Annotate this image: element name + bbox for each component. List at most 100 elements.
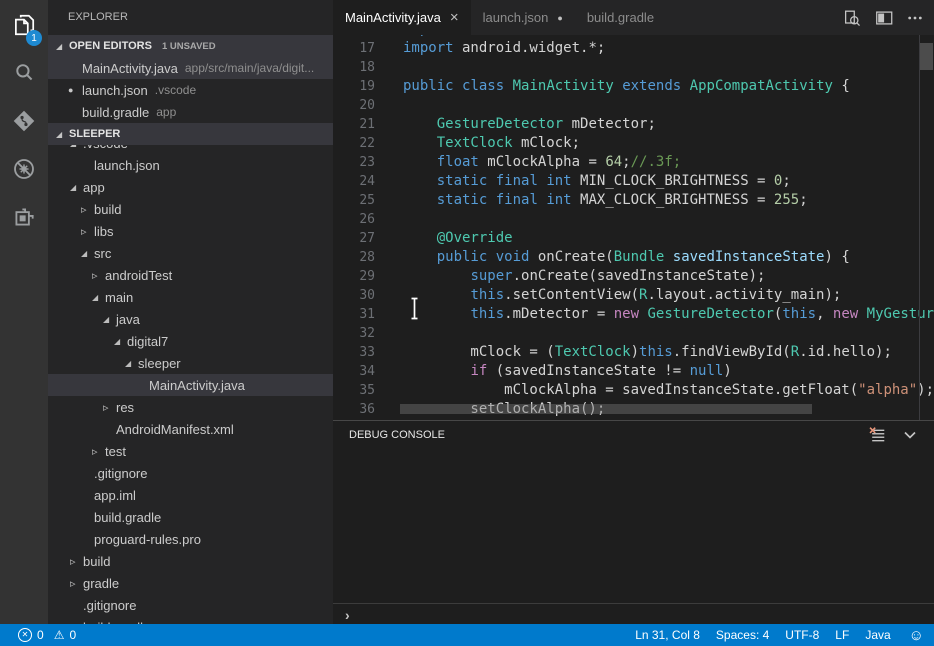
code-line[interactable]: 22 TextClock mClock; [333,134,934,153]
tree-item[interactable]: MainActivity.java [48,374,333,396]
open-changes-icon[interactable] [842,8,862,28]
more-actions-icon[interactable] [906,9,924,27]
twistie-collapsed-icon[interactable]: ▹ [92,445,105,458]
tree-item[interactable]: ▹build [48,198,333,220]
activity-debug-button[interactable] [0,147,48,195]
status-item[interactable]: Ln 31, Col 8 [635,628,700,642]
code-line[interactable]: 31 this.mDetector = new GestureDetector(… [333,305,934,324]
code-line[interactable]: 26 [333,210,934,229]
twistie-expanded-icon[interactable]: ◢ [81,249,94,258]
warning-count[interactable]: ⚠0 [54,628,76,642]
twistie-collapsed-icon[interactable]: ▹ [92,269,105,282]
twistie-expanded-icon[interactable]: ◢ [114,337,127,346]
feedback-smiley-icon[interactable]: ☺ [909,628,924,643]
code-line[interactable]: 17import android.widget.*; [333,39,934,58]
error-count[interactable]: ✕0 [18,628,44,642]
activity-extensions-button[interactable] [0,195,48,243]
twistie-expanded-icon[interactable]: ◢ [92,293,105,302]
tree-item[interactable]: ▹androidTest [48,264,333,286]
code-line[interactable]: 19public class MainActivity extends AppC… [333,77,934,96]
close-icon[interactable]: × [450,9,459,26]
code-line[interactable]: 21 GestureDetector mDetector; [333,115,934,134]
tree-item[interactable]: ▹build [48,550,333,572]
tree-item[interactable]: ◢java [48,308,333,330]
twistie-expanded-icon[interactable]: ◢ [70,145,83,148]
line-number: 17 [333,39,375,58]
mouse-ibeam-cursor [408,296,421,326]
editor-tab[interactable]: build.gradle [575,0,666,35]
open-editor-name: MainActivity.java [82,61,178,76]
status-item[interactable]: Java [865,628,890,642]
tree-item[interactable]: proguard-rules.pro [48,528,333,550]
dirty-indicator-icon[interactable]: ● [557,13,562,23]
activity-search-button[interactable] [0,51,48,99]
open-editor-item[interactable]: ●launch.json.vscode [48,79,333,101]
vertical-scrollbar[interactable] [919,35,934,420]
panel-title-debug-console[interactable]: DEBUG CONSOLE [349,429,445,441]
tree-item[interactable]: .gitignore [48,594,333,616]
twistie-expanded-icon[interactable]: ◢ [103,315,116,324]
status-item[interactable]: UTF-8 [785,628,819,642]
code-line[interactable]: 29 super.onCreate(savedInstanceState); [333,267,934,286]
twistie-collapsed-icon[interactable]: ▹ [70,555,83,568]
tree-item[interactable]: ◢app [48,176,333,198]
activity-source-control-button[interactable] [0,99,48,147]
scrollbar-thumb[interactable] [920,43,933,70]
twistie-collapsed-icon[interactable]: ▹ [70,577,83,590]
tree-item[interactable]: AndroidManifest.xml [48,418,333,440]
code-line[interactable]: 24 static final int MIN_CLOCK_BRIGHTNESS… [333,172,934,191]
line-number: 35 [333,381,375,400]
code-line[interactable]: 33 mClock = (TextClock)this.findViewById… [333,343,934,362]
open-editor-item[interactable]: build.gradleapp [48,101,333,123]
code-line[interactable]: 32 [333,324,934,343]
open-editor-description: app [156,105,176,119]
code-line[interactable]: 28 public void onCreate(Bundle savedInst… [333,248,934,267]
code-line-text: public class MainActivity extends AppCom… [403,77,850,96]
code-line[interactable]: 23 float mClockAlpha = 64;//.3f; [333,153,934,172]
horizontal-scrollbar[interactable] [400,404,812,414]
code-line[interactable]: 18 [333,58,934,77]
activity-explorer-button[interactable]: 1 [0,3,48,51]
twistie-expanded-icon[interactable]: ◢ [125,359,138,368]
tree-item[interactable]: ▹res [48,396,333,418]
tree-item[interactable]: ◢src [48,242,333,264]
debug-repl-input[interactable]: › [333,603,934,625]
code-line[interactable]: 30 this.setContentView(R.layout.activity… [333,286,934,305]
clear-console-icon[interactable] [867,426,886,445]
code-editor[interactable]: 16import android.view.*;17import android… [333,35,934,420]
tree-item[interactable]: build.gradle [48,506,333,528]
twistie-collapsed-icon[interactable]: ▹ [103,401,116,414]
open-editor-item[interactable]: MainActivity.javaapp/src/main/java/digit… [48,57,333,79]
twistie-collapsed-icon[interactable]: ▹ [81,225,94,238]
code-line[interactable]: 27 @Override [333,229,934,248]
chevron-down-icon[interactable] [900,425,920,445]
tree-item[interactable]: ◢digital7 [48,330,333,352]
tree-item[interactable]: app.iml [48,484,333,506]
code-line[interactable]: 25 static final int MAX_CLOCK_BRIGHTNESS… [333,191,934,210]
tree-item[interactable]: ▹gradle [48,572,333,594]
code-line[interactable]: 35 mClockAlpha = savedInstanceState.getF… [333,381,934,400]
tree-item[interactable]: launch.json [48,154,333,176]
editor-tab[interactable]: MainActivity.java× [333,0,471,35]
tree-item[interactable]: ◢main [48,286,333,308]
twistie-expanded-icon[interactable]: ◢ [70,183,83,192]
status-item[interactable]: LF [835,628,849,642]
split-editor-icon[interactable] [874,8,894,28]
folder-section-header[interactable]: ◢ SLEEPER [48,123,333,145]
open-editors-header[interactable]: ◢ OPEN EDITORS 1 UNSAVED [48,35,333,57]
line-number: 21 [333,115,375,134]
twistie-collapsed-icon[interactable]: ▹ [81,203,94,216]
code-line[interactable]: 34 if (savedInstanceState != null) [333,362,934,381]
tree-item[interactable]: ▹libs [48,220,333,242]
status-item[interactable]: Spaces: 4 [716,628,769,642]
tree-item[interactable]: .gitignore [48,462,333,484]
tree-item[interactable]: build.gradle [48,616,333,624]
tree-item[interactable]: ▹test [48,440,333,462]
editor-tab[interactable]: launch.json● [471,0,575,35]
status-right: Ln 31, Col 8 Spaces: 4 UTF-8 LF Java ☺ [635,628,924,643]
code-line[interactable]: 20 [333,96,934,115]
editor-actions [842,0,924,35]
tree-item[interactable]: ◢.vscode [48,145,333,154]
tree-item[interactable]: ◢sleeper [48,352,333,374]
tree-item-label: sleeper [138,356,181,371]
